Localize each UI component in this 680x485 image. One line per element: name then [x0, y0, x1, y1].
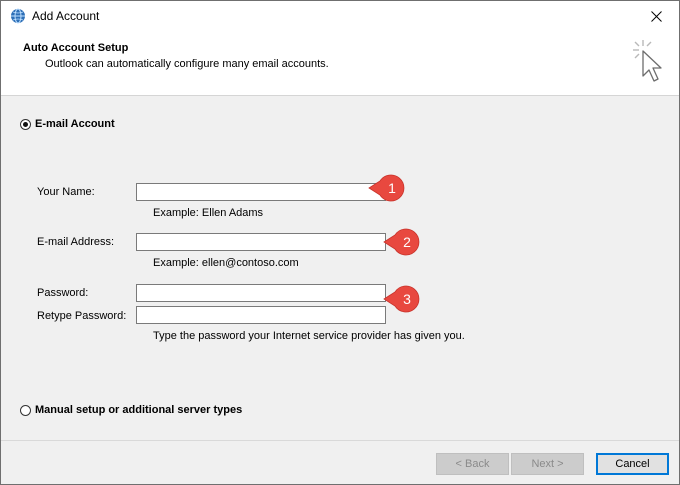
cancel-button[interactable]: Cancel: [596, 453, 669, 475]
outlook-globe-icon: [10, 8, 26, 24]
header-subtitle: Outlook can automatically configure many…: [45, 58, 329, 70]
your-name-label: Your Name:: [37, 186, 95, 198]
email-account-radio[interactable]: [20, 119, 31, 130]
setup-header: Auto Account Setup Outlook can automatic…: [1, 32, 679, 96]
email-address-label: E-mail Address:: [37, 236, 115, 248]
callout-number: 1: [388, 180, 396, 196]
next-button[interactable]: Next >: [511, 453, 584, 475]
callout-number: 2: [403, 234, 411, 250]
back-button[interactable]: < Back: [436, 453, 509, 475]
email-account-label: E-mail Account: [35, 118, 115, 130]
manual-setup-label: Manual setup or additional server types: [35, 404, 243, 416]
callout-number: 3: [403, 291, 411, 307]
password-input[interactable]: [136, 284, 386, 302]
footer-divider: [1, 440, 679, 441]
callout-badge: 2: [383, 227, 421, 257]
retype-password-input[interactable]: [136, 306, 386, 324]
email-address-hint: Example: ellen@contoso.com: [153, 257, 299, 269]
email-address-input[interactable]: [136, 233, 386, 251]
close-icon: [650, 11, 662, 22]
callout-badge: 1: [368, 173, 406, 203]
title-bar: Add Account: [1, 1, 679, 32]
password-hint: Type the password your Internet service …: [153, 330, 465, 342]
close-button[interactable]: [633, 1, 679, 32]
password-label: Password:: [37, 287, 89, 299]
manual-setup-radio[interactable]: [20, 405, 31, 416]
your-name-input[interactable]: [136, 183, 386, 201]
retype-password-label: Retype Password:: [37, 310, 127, 322]
header-title: Auto Account Setup: [23, 42, 129, 54]
window-title: Add Account: [32, 9, 100, 23]
your-name-hint: Example: Ellen Adams: [153, 207, 264, 219]
callout-badge: 3: [383, 284, 421, 314]
add-account-dialog: Add Account Auto Account Setup Outlook c…: [0, 0, 680, 485]
cursor-click-icon: [629, 38, 669, 88]
